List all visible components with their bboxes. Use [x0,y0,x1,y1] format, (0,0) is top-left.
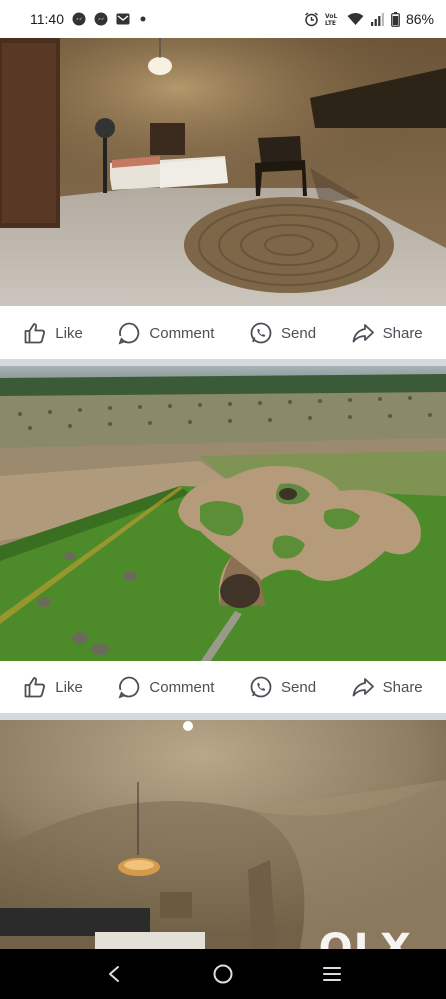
battery-icon [391,11,400,27]
battery-percent: 86% [405,11,434,27]
signal-icon [370,12,385,26]
comment-button[interactable]: Comment [117,675,214,699]
messenger-icon [94,12,108,26]
recents-button[interactable] [312,954,352,994]
whatsapp-icon [250,322,272,344]
email-icon [116,12,130,26]
post-photo-interior[interactable] [0,720,446,949]
post-divider [0,713,446,720]
system-nav-bar [0,949,446,999]
post-photo-aerial[interactable] [0,366,446,662]
comment-icon [118,322,140,345]
post-actions-1: Like Comment Send Share [0,307,446,359]
comment-icon [118,676,140,699]
home-icon [213,964,233,984]
back-icon [109,966,120,982]
share-icon [352,678,374,697]
status-time: 11:40 [30,11,64,27]
like-button[interactable]: Like [23,321,83,345]
send-button[interactable]: Send [249,675,316,699]
alarm-icon [304,11,319,27]
like-icon [24,323,46,344]
like-button[interactable]: Like [23,675,83,699]
post-divider [0,359,446,366]
back-button[interactable] [94,954,134,994]
like-icon [24,677,46,698]
share-icon [352,324,374,343]
status-bar: 11:40 VoL LTE 86% [0,0,446,38]
messenger-icon [72,12,86,26]
comment-button[interactable]: Comment [117,321,214,345]
svg-text:VoL: VoL [325,13,337,20]
home-button[interactable] [203,954,243,994]
share-button[interactable]: Share [351,321,423,345]
wifi-icon [347,12,364,26]
svg-text:LTE: LTE [325,20,336,26]
whatsapp-icon [250,676,272,698]
volte-icon: VoL LTE [325,12,341,26]
post-photo-bedroom[interactable] [0,38,446,306]
send-button[interactable]: Send [249,321,316,345]
dot-icon [138,14,148,24]
recents-icon [322,967,341,981]
post-actions-2: Like Comment Send Share [0,661,446,713]
share-button[interactable]: Share [351,675,423,699]
